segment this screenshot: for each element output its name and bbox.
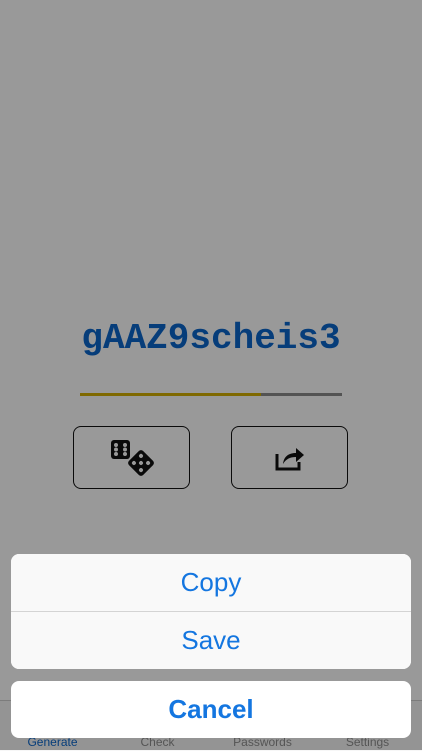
action-sheet: Copy Save [11, 554, 411, 669]
save-button[interactable]: Save [11, 612, 411, 669]
cancel-button[interactable]: Cancel [11, 681, 411, 738]
copy-button[interactable]: Copy [11, 554, 411, 612]
